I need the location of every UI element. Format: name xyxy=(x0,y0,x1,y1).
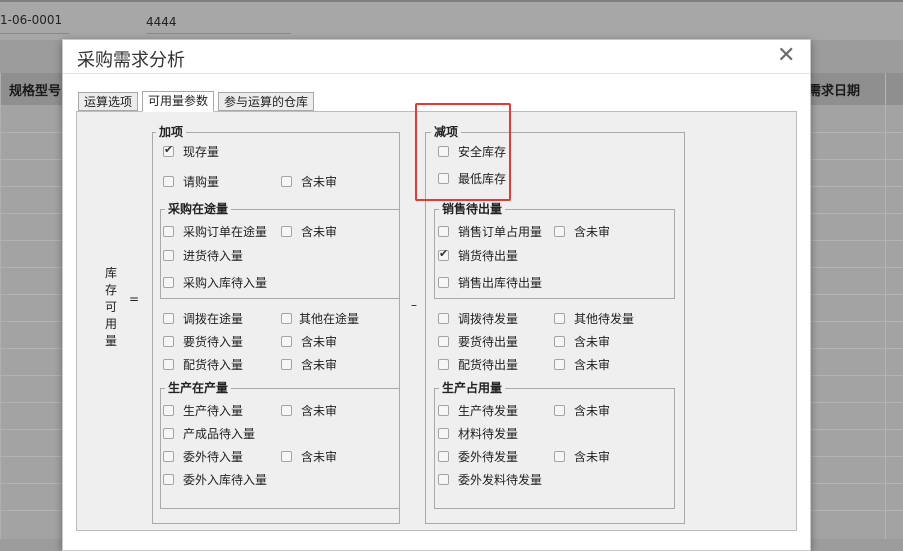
label-unaudited: 含未审 xyxy=(301,358,338,372)
add-items-title: 加项 xyxy=(156,125,187,139)
label-sales-outbound-pending: 销售出库待出量 xyxy=(458,276,543,290)
label-finished-goods-pending: 产成品待入量 xyxy=(183,427,256,441)
equals-sign: = xyxy=(129,292,140,306)
checkbox-request-pending-in[interactable] xyxy=(163,336,174,347)
label-outsource-pending-out: 委外待发量 xyxy=(458,450,519,464)
label-on-hand: 现存量 xyxy=(183,145,220,159)
label-request-pending-in: 要货待入量 xyxy=(183,335,244,349)
checkbox-distribution-pending-out[interactable] xyxy=(438,359,449,370)
label-transfer-pending-out: 调拨待发量 xyxy=(458,312,519,326)
label-other-pending-out: 其他待发量 xyxy=(574,312,635,326)
background-top-border xyxy=(0,0,903,2)
production-usage-title: 生产占用量 xyxy=(439,381,506,395)
label-distribution-pending-out: 配货待出量 xyxy=(458,358,519,372)
checkbox-requisition[interactable] xyxy=(163,176,174,187)
label-receipt-pending: 进货待入量 xyxy=(183,249,244,263)
tab-warehouses[interactable]: 参与运算的仓库 xyxy=(218,92,315,111)
checkbox-transfer-pending-out[interactable] xyxy=(438,313,449,324)
title-divider xyxy=(63,73,810,74)
checkbox-material-pending-out[interactable] xyxy=(438,428,449,439)
label-unaudited: 含未审 xyxy=(301,335,338,349)
label-unaudited: 含未审 xyxy=(301,225,338,239)
label-po-in-transit: 采购订单在途量 xyxy=(183,225,268,239)
checkbox-production-out-unaudited[interactable] xyxy=(554,405,565,416)
checkbox-distribution-pending-in[interactable] xyxy=(163,359,174,370)
label-production-pending-out: 生产待发量 xyxy=(458,404,519,418)
tab-calc-options[interactable]: 运算选项 xyxy=(78,92,139,111)
background-col-line xyxy=(885,73,886,539)
background-doc-code: 1-06-0001 xyxy=(0,13,63,27)
label-delivery-pending: 销货待出量 xyxy=(458,249,519,263)
checkbox-production-unaudited[interactable] xyxy=(281,405,292,416)
checkbox-receipt-pending[interactable] xyxy=(163,250,174,261)
checkbox-delivery-pending[interactable] xyxy=(438,247,449,261)
label-unaudited: 含未审 xyxy=(574,225,611,239)
label-unaudited: 含未审 xyxy=(301,175,338,189)
label-unaudited: 含未审 xyxy=(301,450,338,464)
background-field-underline-2 xyxy=(146,33,291,34)
label-production-pending-in: 生产待入量 xyxy=(183,404,244,418)
dialog-title: 采购需求分析 xyxy=(77,50,185,71)
production-in-process-title: 生产在产量 xyxy=(165,381,232,395)
background-field-value: 4444 xyxy=(146,15,177,29)
checkbox-finished-goods-pending[interactable] xyxy=(163,428,174,439)
checkbox-outsource-inbound-pending[interactable] xyxy=(163,474,174,485)
checkbox-purchase-inbound-pending[interactable] xyxy=(163,277,174,288)
available-qty-label: 库 存 可 用 量 xyxy=(104,266,117,348)
checkbox-outsource-material-pending[interactable] xyxy=(438,474,449,485)
checkbox-so-unaudited[interactable] xyxy=(554,226,565,237)
checkbox-sales-outbound-pending[interactable] xyxy=(438,277,449,288)
label-unaudited: 含未审 xyxy=(574,404,611,418)
label-unaudited: 含未审 xyxy=(301,404,338,418)
checkbox-other-pending-out[interactable] xyxy=(554,313,565,324)
checkbox-so-reserved[interactable] xyxy=(438,226,449,237)
checkbox-outsource-pending-out[interactable] xyxy=(438,451,449,462)
tab-available-params[interactable]: 可用量参数 xyxy=(142,91,215,112)
highlight-box xyxy=(415,103,511,201)
background-col-header-spec: 规格型号 xyxy=(9,84,62,99)
checkbox-request-out-unaudited[interactable] xyxy=(554,336,565,347)
label-transfer-in-transit: 调拨在途量 xyxy=(183,312,244,326)
checkbox-transfer-in-transit[interactable] xyxy=(163,313,174,324)
checkbox-outsource-pending-in[interactable] xyxy=(163,451,174,462)
checkbox-outsource-unaudited[interactable] xyxy=(281,451,292,462)
label-material-pending-out: 材料待发量 xyxy=(458,427,519,441)
background-form-bar xyxy=(0,0,903,40)
label-outsource-material-pending: 委外发料待发量 xyxy=(458,473,543,487)
label-purchase-inbound-pending: 采购入库待入量 xyxy=(183,276,268,290)
background-col-header-date: 需求日期 xyxy=(808,84,861,99)
checkbox-distribution-unaudited[interactable] xyxy=(281,359,292,370)
label-unaudited: 含未审 xyxy=(574,450,611,464)
checkbox-request-unaudited[interactable] xyxy=(281,336,292,347)
label-so-reserved: 销售订单占用量 xyxy=(458,225,543,239)
sales-pending-out-title: 销售待出量 xyxy=(439,202,506,216)
label-request-pending-out: 要货待出量 xyxy=(458,335,519,349)
close-icon[interactable]: ✕ xyxy=(777,44,795,68)
background-field-underline xyxy=(0,33,70,34)
label-other-in-transit: 其他在途量 xyxy=(299,312,360,326)
label-distribution-pending-in: 配货待入量 xyxy=(183,358,244,372)
checkbox-on-hand[interactable] xyxy=(163,143,174,157)
label-outsource-pending-in: 委外待入量 xyxy=(183,450,244,464)
checkbox-distribution-out-unaudited[interactable] xyxy=(554,359,565,370)
background-col-line xyxy=(0,73,1,539)
label-unaudited: 含未审 xyxy=(574,335,611,349)
label-unaudited: 含未审 xyxy=(574,358,611,372)
checkbox-outsource-out-unaudited[interactable] xyxy=(554,451,565,462)
checkbox-po-unaudited[interactable] xyxy=(281,226,292,237)
checkbox-production-pending-out[interactable] xyxy=(438,405,449,416)
label-outsource-inbound-pending: 委外入库待入量 xyxy=(183,473,268,487)
label-requisition: 请购量 xyxy=(183,175,220,189)
purchase-in-transit-title: 采购在途量 xyxy=(165,202,232,216)
checkbox-requisition-unaudited[interactable] xyxy=(281,176,292,187)
checkbox-request-pending-out[interactable] xyxy=(438,336,449,347)
checkbox-po-in-transit[interactable] xyxy=(163,226,174,237)
checkbox-other-in-transit[interactable] xyxy=(281,313,292,324)
checkbox-production-pending-in[interactable] xyxy=(163,405,174,416)
minus-sign: – xyxy=(411,298,417,312)
